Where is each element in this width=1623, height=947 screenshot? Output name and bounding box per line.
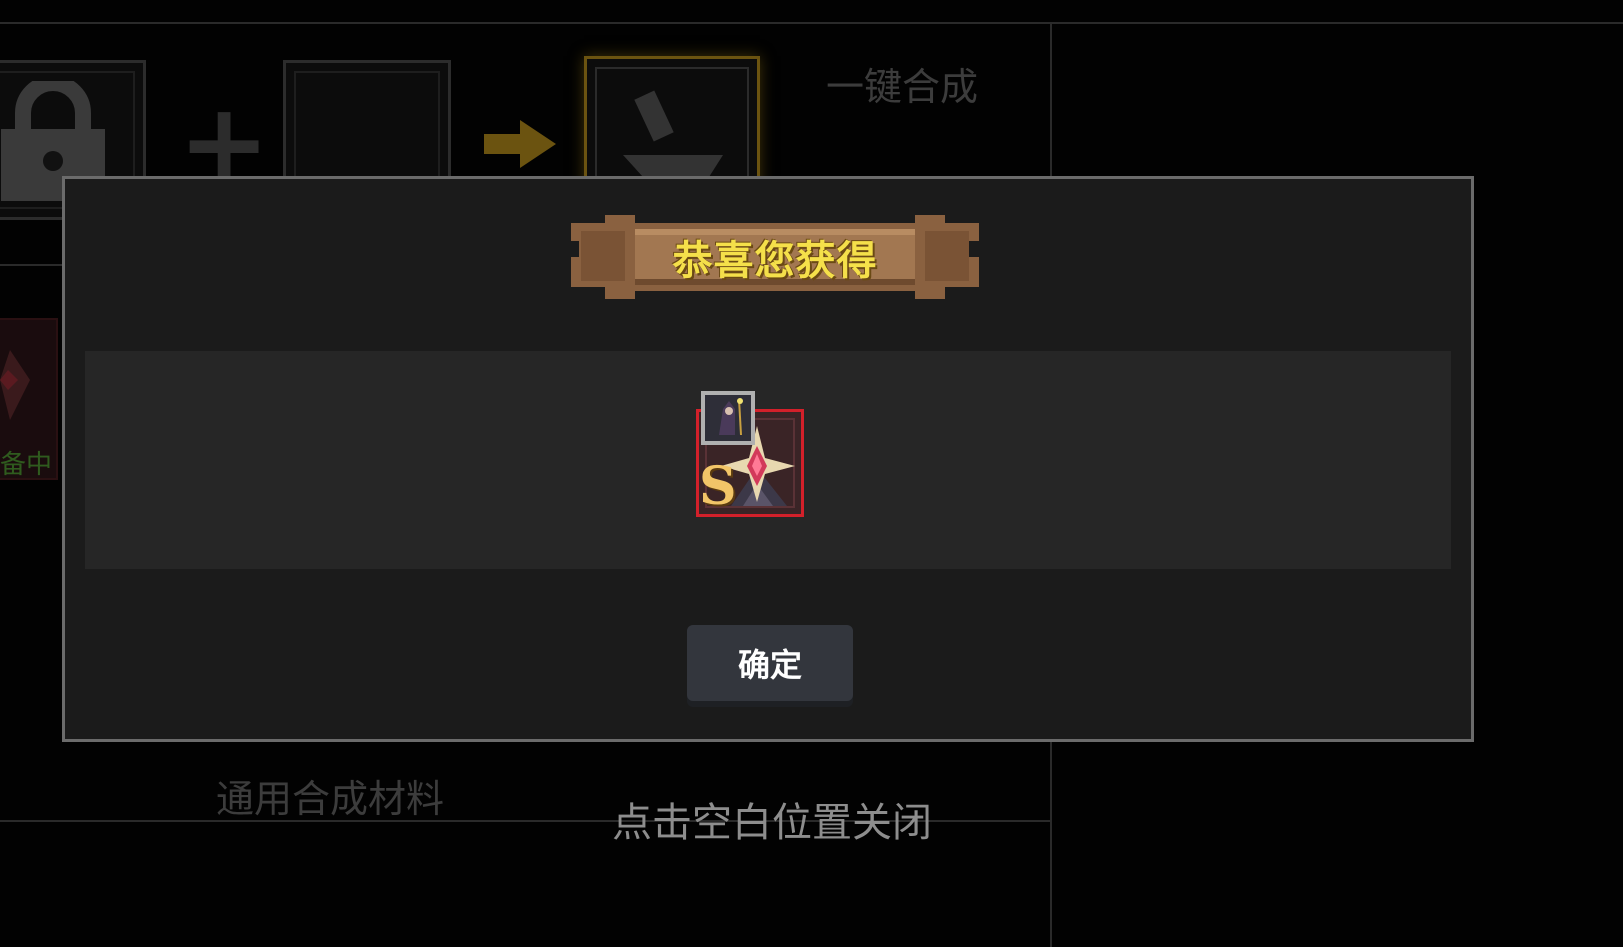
grade-badge: S: [699, 456, 737, 517]
gem-icon: [0, 350, 30, 420]
game-screen[interactable]: + 一键合成 备中 通用合成材料 恭喜您获得 S 确定 点击空白位置关闭: [0, 0, 1623, 947]
equipped-label: 备中: [0, 450, 53, 480]
character-badge: [701, 391, 755, 445]
left-divider: [0, 264, 64, 266]
top-divider: [0, 22, 1623, 24]
material-section-label: 通用合成材料: [216, 777, 445, 821]
character-icon: [705, 395, 751, 441]
confirm-button[interactable]: 确定: [687, 625, 853, 701]
close-hint-text: 点击空白位置关闭: [612, 800, 932, 846]
reward-dialog: 恭喜您获得 S 确定: [62, 176, 1474, 742]
title-banner: 恭喜您获得: [565, 207, 985, 307]
arrow-right-icon: [484, 120, 556, 168]
dialog-title: 恭喜您获得: [672, 238, 878, 284]
one-click-synthesis-button[interactable]: 一键合成: [826, 56, 978, 111]
